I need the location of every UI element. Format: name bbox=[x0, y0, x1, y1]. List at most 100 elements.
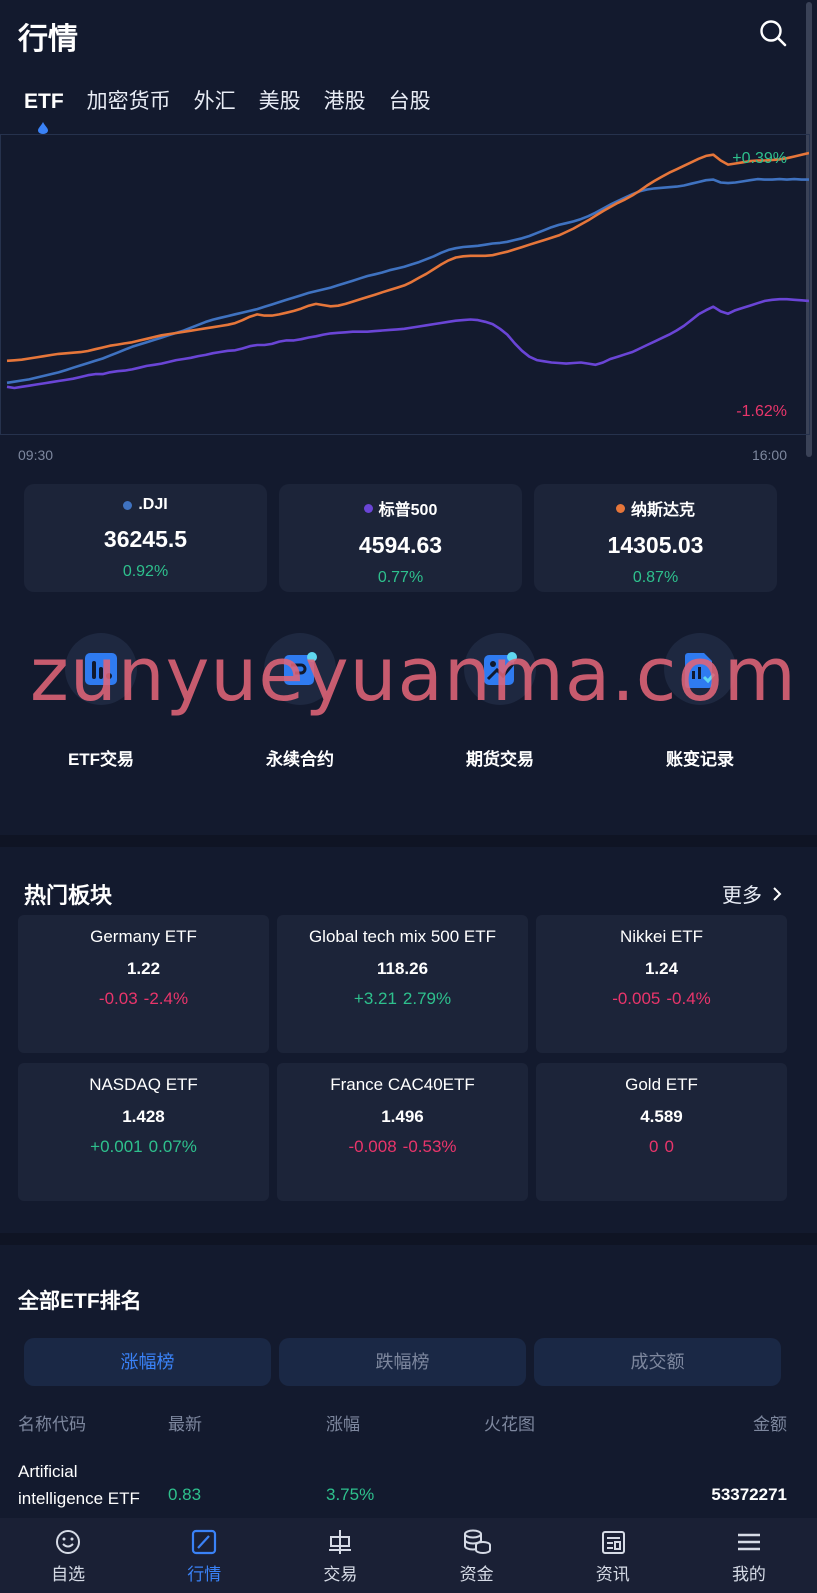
chart-icon bbox=[192, 1529, 217, 1555]
tab-gainers[interactable]: 涨幅榜 bbox=[24, 1338, 271, 1386]
index-chart bbox=[0, 134, 810, 435]
nav-label: 行情 bbox=[187, 1565, 222, 1584]
sector-price: 1.496 bbox=[381, 1107, 424, 1126]
nav-market[interactable]: 行情 bbox=[136, 1518, 272, 1593]
shortcut-label: 账变记录 bbox=[666, 750, 734, 769]
shortcut-label: ETF交易 bbox=[67, 750, 135, 769]
chart-top-percent: +0.39% bbox=[732, 150, 787, 167]
sector-change: -0.008 bbox=[348, 1137, 397, 1156]
index-value: 14305.03 bbox=[607, 532, 704, 558]
tab-tw-stocks[interactable]: 台股 bbox=[389, 85, 431, 125]
index-change: 0.87% bbox=[632, 569, 679, 586]
nav-label: 资讯 bbox=[595, 1565, 630, 1584]
sector-name: NASDAQ ETF bbox=[89, 1075, 198, 1094]
nav-label: 自选 bbox=[51, 1565, 86, 1584]
sector-name: Global tech mix 500 ETF bbox=[308, 927, 497, 946]
sector-pct: 0 bbox=[664, 1137, 674, 1156]
index-value: 36245.5 bbox=[103, 526, 188, 552]
sector-price: 1.24 bbox=[644, 959, 679, 978]
etf-row-amount: 53372271 bbox=[711, 1485, 787, 1504]
chevron-right-icon bbox=[773, 886, 782, 901]
tab-crypto[interactable]: 加密货币 bbox=[87, 85, 171, 125]
page-title: 行情 bbox=[18, 23, 78, 56]
series-line-0 bbox=[6, 177, 809, 385]
shortcut-label: 永续合约 bbox=[266, 750, 334, 769]
index-name: .DJI bbox=[138, 496, 168, 513]
section-divider bbox=[0, 1233, 817, 1245]
nav-label: 交易 bbox=[323, 1565, 358, 1584]
news-icon bbox=[601, 1531, 625, 1554]
smiley-icon bbox=[56, 1530, 81, 1554]
chart-bottom-percent: -1.62% bbox=[736, 403, 787, 420]
chart-time-end: 16:00 bbox=[751, 447, 787, 463]
nav-mine[interactable]: 我的 bbox=[681, 1518, 817, 1593]
sector-name: Nikkei ETF bbox=[619, 927, 704, 946]
tab-forex[interactable]: 外汇 bbox=[194, 85, 236, 125]
more-link[interactable]: 更多 bbox=[722, 879, 784, 908]
sector-change: -0.005 bbox=[612, 989, 661, 1008]
nav-trade[interactable]: 交易 bbox=[272, 1518, 408, 1593]
index-name: 标普500 bbox=[378, 502, 438, 519]
more-label: 更多 bbox=[722, 885, 762, 907]
sector-pct: -2.4% bbox=[143, 989, 189, 1008]
sector-change: +3.21 bbox=[353, 989, 397, 1008]
sector-card[interactable]: NASDAQ ETF 1.428 +0.001 0.07% bbox=[18, 1063, 269, 1201]
tab-etf[interactable]: ETF bbox=[24, 85, 64, 125]
sector-card[interactable]: Global tech mix 500 ETF 118.26 +3.21 2.79… bbox=[277, 915, 528, 1053]
sector-pct: -0.53% bbox=[402, 1137, 457, 1156]
menu-icon bbox=[737, 1533, 760, 1551]
sector-change: 0 bbox=[649, 1137, 659, 1156]
sector-pct: -0.4% bbox=[666, 989, 711, 1008]
index-name: 纳斯达克 bbox=[630, 502, 695, 519]
index-card-dji[interactable]: .DJI 36245.5 0.92% bbox=[24, 484, 267, 592]
section-divider bbox=[0, 835, 817, 847]
nav-funds[interactable]: 资金 bbox=[409, 1518, 545, 1593]
nav-news[interactable]: 资讯 bbox=[545, 1518, 681, 1593]
tab-hk-stocks[interactable]: 港股 bbox=[324, 85, 366, 125]
dji-dot-icon bbox=[123, 500, 133, 510]
sector-name: Germany ETF bbox=[90, 927, 197, 946]
sector-change: -0.03 bbox=[98, 989, 138, 1008]
search-icon[interactable] bbox=[758, 18, 790, 50]
index-value: 4594.63 bbox=[358, 532, 443, 558]
column-header-sparkline: 火花图 bbox=[484, 1415, 535, 1434]
chart-time-start: 09:30 bbox=[18, 447, 54, 463]
index-change: 0.92% bbox=[122, 563, 169, 580]
index-chart-svg bbox=[6, 151, 809, 390]
sector-card[interactable]: France CAC40ETF 1.496 -0.008 -0.53% bbox=[277, 1063, 528, 1201]
sector-price: 1.22 bbox=[126, 959, 161, 978]
market-tabs: ETF 加密货币 外汇 美股 港股 台股 bbox=[0, 85, 817, 130]
tab-us-stocks[interactable]: 美股 bbox=[259, 85, 301, 125]
etf-row-price: 0.83 bbox=[168, 1485, 202, 1504]
tab-losers[interactable]: 跌幅榜 bbox=[279, 1338, 526, 1386]
ranking-title: 全部ETF排名 bbox=[18, 1290, 142, 1313]
sector-name: France CAC40ETF bbox=[330, 1075, 475, 1094]
index-change: 0.77% bbox=[377, 569, 424, 586]
column-header-latest: 最新 bbox=[168, 1415, 202, 1434]
sector-price: 1.428 bbox=[122, 1107, 165, 1126]
sector-price: 118.26 bbox=[376, 959, 429, 978]
index-card-nasdaq[interactable]: 纳斯达克 14305.03 0.87% bbox=[534, 484, 777, 592]
sector-pct: 2.79% bbox=[402, 989, 452, 1008]
sector-card[interactable]: Nikkei ETF 1.24 -0.005 -0.4% bbox=[536, 915, 787, 1053]
sector-price: 4.589 bbox=[640, 1107, 683, 1126]
bottom-nav: 自选 行情 交易 资金 资讯 我的 bbox=[0, 1518, 817, 1593]
coins-icon bbox=[463, 1529, 491, 1554]
sector-card[interactable]: Germany ETF 1.22 -0.03 -2.4% bbox=[18, 915, 269, 1053]
nav-label: 资金 bbox=[459, 1565, 494, 1584]
etf-row-change: 3.75% bbox=[326, 1485, 375, 1504]
column-header-name: 名称代码 bbox=[18, 1415, 86, 1434]
column-header-change: 涨幅 bbox=[326, 1415, 360, 1434]
nasdaq-dot-icon bbox=[615, 503, 625, 513]
sector-name: Gold ETF bbox=[625, 1075, 698, 1094]
hot-sectors-title: 热门板块 bbox=[24, 883, 113, 908]
column-header-amount: 金额 bbox=[753, 1415, 787, 1434]
etf-row-name[interactable]: Artificial intelligence ETF bbox=[18, 1458, 158, 1512]
shortcut-label: 期货交易 bbox=[466, 750, 534, 769]
tab-volume[interactable]: 成交额 bbox=[534, 1338, 781, 1386]
index-card-sp500[interactable]: 标普500 4594.63 0.77% bbox=[279, 484, 522, 592]
watermark: zunyueyuanma.com bbox=[30, 632, 797, 718]
sector-card[interactable]: Gold ETF 4.589 00 bbox=[536, 1063, 787, 1201]
nav-watchlist[interactable]: 自选 bbox=[0, 1518, 136, 1593]
trade-icon bbox=[329, 1530, 352, 1554]
